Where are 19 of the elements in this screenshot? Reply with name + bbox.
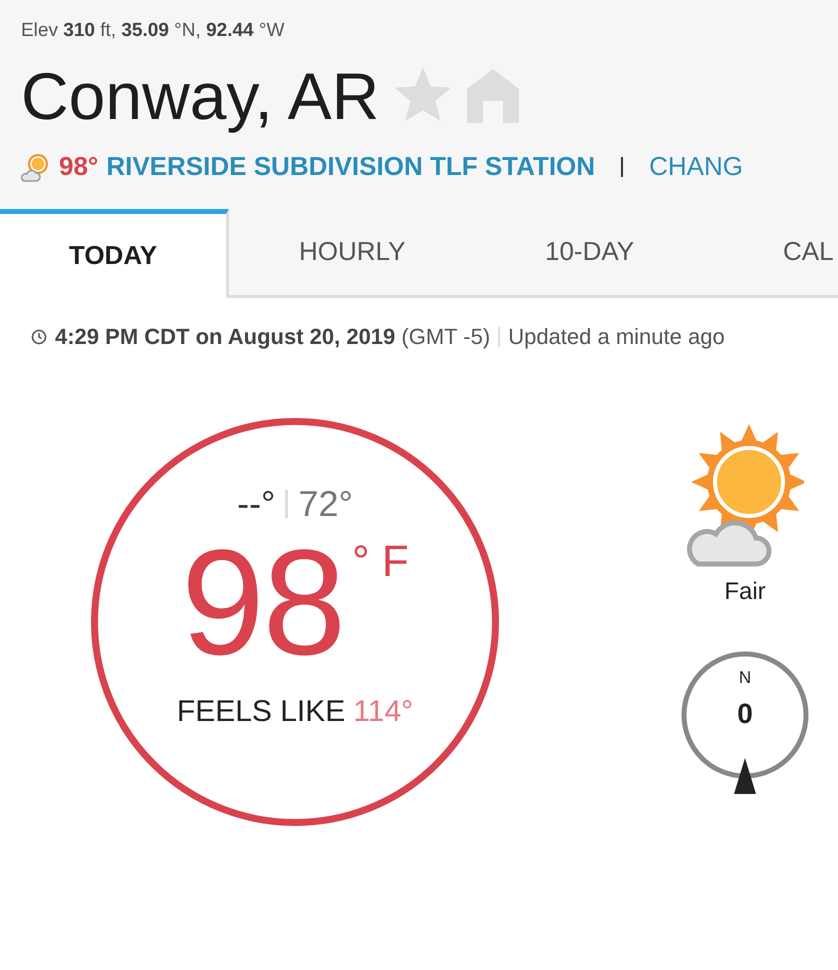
low-temperature: 72° [298,482,353,525]
city-title: Conway, AR [21,60,380,133]
updated-text: Updated a minute ago [508,324,725,350]
home-icon[interactable] [467,69,520,124]
forecast-tab[interactable]: TODAY [0,208,229,298]
observation-time: 4:29 PM CDT on August 20, 2019 (GMT -5) [55,324,490,350]
clock-icon [31,328,47,345]
high-temperature: --° [237,482,276,525]
wind-compass-icon [680,650,810,796]
wind-direction: N [738,668,752,688]
sun-cloud-icon [686,422,804,568]
wind-speed: 0 [736,698,754,730]
temperature-unit: ° F [352,536,409,587]
location-coordinates: Elev 310 ft, 35.09 °N, 92.44 °W [21,20,286,42]
current-temperature: 98 [181,526,344,677]
station-temperature: 98° [59,151,98,182]
feels-like-label: FEELS LIKE [176,694,346,729]
feels-like-value: 114° [353,694,414,729]
condition-label: Fair [724,578,766,606]
